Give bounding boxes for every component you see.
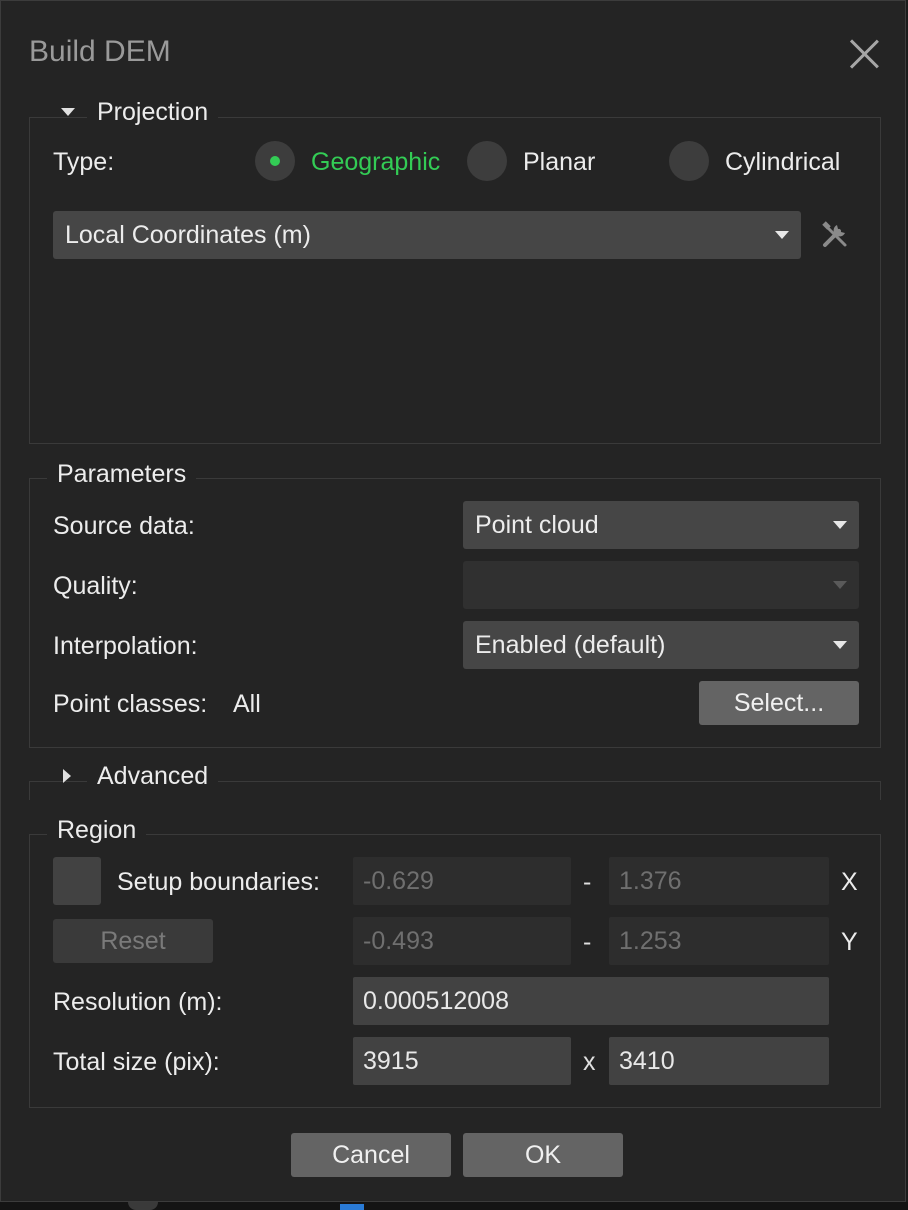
x-max-field: 1.376 [609, 857, 829, 905]
select-point-classes-button[interactable]: Select... [699, 681, 859, 725]
y-min-value: -0.493 [363, 927, 434, 955]
collapse-triangle-icon[interactable] [61, 108, 75, 116]
y-axis-label: Y [841, 928, 858, 956]
source-data-value: Point cloud [475, 511, 599, 539]
chevron-down-icon [833, 641, 847, 649]
crs-select-value: Local Coordinates (m) [65, 221, 311, 249]
width-pix-value: 3915 [363, 1047, 419, 1075]
width-pix-input[interactable]: 3915 [353, 1037, 571, 1085]
height-pix-input[interactable]: 3410 [609, 1037, 829, 1085]
point-classes-value: All [233, 690, 261, 718]
radio-planar[interactable] [467, 141, 507, 181]
x-min-value: -0.629 [363, 867, 434, 895]
source-data-select[interactable]: Point cloud [463, 501, 859, 549]
tools-icon[interactable] [819, 219, 851, 251]
size-times-sign: x [583, 1048, 596, 1076]
y-range-dash: - [583, 928, 592, 956]
source-data-label: Source data: [53, 512, 195, 540]
x-range-dash: - [583, 868, 592, 896]
expand-triangle-icon[interactable] [63, 769, 71, 783]
chevron-down-icon [833, 521, 847, 529]
type-label: Type: [53, 148, 115, 176]
radio-selected-dot-icon [270, 156, 280, 166]
point-classes-label: Point classes: [53, 690, 208, 718]
x-max-value: 1.376 [619, 867, 682, 895]
height-pix-value: 3410 [619, 1047, 675, 1075]
setup-boundaries-label: Setup boundaries: [117, 868, 320, 896]
radio-cylindrical[interactable] [669, 141, 709, 181]
resolution-input[interactable]: 0.000512008 [353, 977, 829, 1025]
cancel-button[interactable]: Cancel [291, 1133, 451, 1177]
y-max-field: 1.253 [609, 917, 829, 965]
chevron-down-icon [775, 231, 789, 239]
resolution-label: Resolution (m): [53, 988, 223, 1016]
close-icon[interactable] [847, 37, 881, 71]
y-max-value: 1.253 [619, 927, 682, 955]
region-legend: Region [47, 815, 147, 845]
total-size-label: Total size (pix): [53, 1048, 220, 1076]
interpolation-value: Enabled (default) [475, 631, 666, 659]
reset-button: Reset [53, 919, 213, 963]
background-knob [128, 1202, 158, 1210]
resolution-value: 0.000512008 [363, 987, 509, 1015]
quality-select [463, 561, 859, 609]
build-dem-dialog: Build DEM Projection Type: Geographic Pl… [0, 0, 906, 1202]
chevron-down-icon [833, 581, 847, 589]
crs-select[interactable]: Local Coordinates (m) [53, 211, 801, 259]
background-accent [340, 1204, 364, 1210]
advanced-legend[interactable]: Advanced [87, 761, 219, 791]
ok-button[interactable]: OK [463, 1133, 623, 1177]
projection-legend: Projection [87, 97, 219, 127]
x-min-field: -0.629 [353, 857, 571, 905]
radio-geographic[interactable] [255, 141, 295, 181]
quality-label: Quality: [53, 572, 138, 600]
radio-cylindrical-label[interactable]: Cylindrical [725, 147, 840, 177]
radio-planar-label[interactable]: Planar [523, 147, 595, 177]
interpolation-label: Interpolation: [53, 632, 198, 660]
dialog-title: Build DEM [29, 35, 171, 68]
radio-geographic-label[interactable]: Geographic [311, 147, 440, 177]
background-strip [0, 1202, 908, 1210]
x-axis-label: X [841, 868, 858, 896]
parameters-legend: Parameters [47, 459, 197, 489]
interpolation-select[interactable]: Enabled (default) [463, 621, 859, 669]
setup-boundaries-checkbox[interactable] [53, 857, 101, 905]
y-min-field: -0.493 [353, 917, 571, 965]
